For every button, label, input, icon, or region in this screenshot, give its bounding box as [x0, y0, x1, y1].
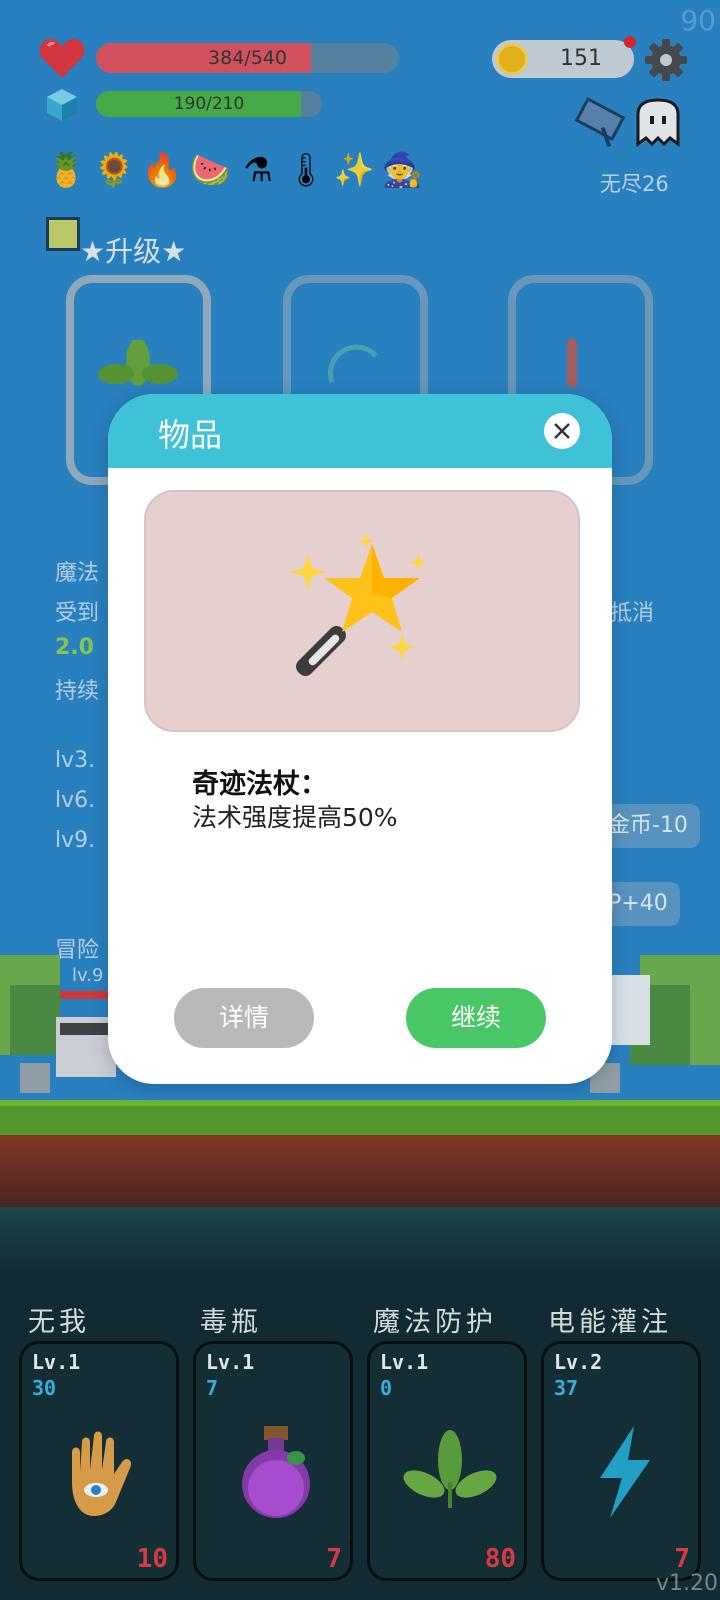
item-preview: [144, 490, 580, 732]
item-name: 奇迹法杖：: [192, 769, 327, 800]
dialog-title: 物品: [158, 416, 223, 454]
item-dialog: 物品 奇迹法杖： 法术强度提高50% 详情 继续: [108, 394, 612, 1084]
close-button[interactable]: [544, 413, 580, 449]
dialog-header: 物品: [108, 394, 612, 468]
item-description: 法术强度提高50%: [192, 803, 398, 832]
magic-wand-icon: [290, 534, 426, 676]
close-icon: [554, 423, 570, 439]
continue-button[interactable]: 继续: [406, 988, 546, 1048]
details-button[interactable]: 详情: [174, 988, 314, 1048]
